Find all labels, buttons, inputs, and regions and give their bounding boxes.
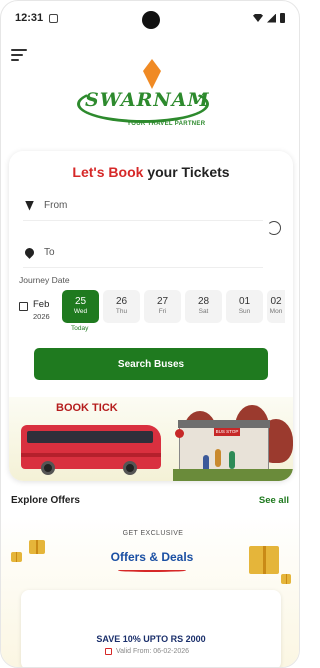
search-buses-button[interactable]: Search Buses [34, 348, 268, 380]
date-weekday: Fri [158, 308, 167, 315]
year-label: 2026 [33, 312, 50, 321]
gift-icon [29, 540, 45, 554]
offer-card[interactable]: SAVE 10% UPTO RS 2000 Valid From: 06-02-… [21, 590, 281, 667]
date-day: 25 [74, 296, 87, 307]
offer-validity: Valid From: 06-02-2026 [105, 648, 189, 655]
date-day: 27 [156, 296, 169, 307]
booking-title: Let's Book your Tickets [9, 164, 293, 180]
date-strip: 25 Wed 26 Thu 27 Fri 28 Sat 01 Sun 02 Mo… [62, 290, 285, 323]
see-all-link[interactable]: See all [259, 495, 289, 506]
calendar-icon [19, 302, 28, 311]
date-day: 02 [270, 296, 282, 307]
date-day: 26 [115, 296, 128, 307]
navigation-icon [25, 200, 34, 211]
promo-banner: BOOK TICK BUS STOP [9, 397, 293, 481]
date-chip[interactable]: 25 Wed [62, 290, 99, 323]
offer-text: SAVE 10% UPTO RS 2000 [96, 634, 206, 644]
date-chip[interactable]: 28 Sat [185, 290, 222, 323]
date-weekday: Sat [198, 308, 209, 315]
offers-deals-heading: Offers & Deals [110, 550, 194, 564]
gift-icon [249, 546, 279, 574]
bus-sign-icon [175, 429, 184, 438]
status-icons [253, 13, 285, 23]
date-day: 01 [238, 296, 251, 307]
menu-icon [11, 49, 27, 51]
date-chip[interactable]: 27 Fri [144, 290, 181, 323]
offers-section: GET EXCLUSIVE Offers & Deals SAVE 10% UP… [1, 516, 299, 667]
bus-wheel [41, 461, 55, 475]
notification-icon [49, 13, 59, 23]
valid-from-text: Valid From: 06-02-2026 [116, 648, 190, 655]
date-chip[interactable]: 02 Mon [267, 290, 285, 323]
today-label: Today [71, 325, 89, 332]
menu-button[interactable] [11, 49, 29, 63]
date-weekday: Wed [73, 308, 88, 315]
to-placeholder: To [44, 247, 55, 258]
to-field[interactable]: To [23, 238, 263, 268]
booking-title-highlight: Let's Book [72, 164, 144, 180]
journey-date-label: Journey Date [19, 275, 70, 285]
camera-cutout [142, 11, 160, 29]
brand-logo: SWARNAM YOUR TRAVEL PARTNER [75, 59, 211, 135]
calendar-icon [105, 648, 112, 655]
banner-text: BOOK TICK [56, 402, 118, 414]
location-pin-icon [23, 246, 36, 259]
status-time: 12:31 [15, 12, 44, 24]
logo-tagline: YOUR TRAVEL PARTNER [127, 121, 206, 127]
person-illustration [229, 451, 235, 469]
from-placeholder: From [44, 200, 68, 211]
booking-card: Let's Book your Tickets From To Journey … [9, 151, 293, 481]
logo-wordmark: SWARNAM [85, 89, 210, 111]
date-chip[interactable]: 01 Sun [226, 290, 263, 323]
battery-icon [280, 13, 285, 23]
from-field[interactable]: From [23, 191, 263, 221]
status-bar: 12:31 [1, 1, 299, 35]
date-weekday: Sun [238, 308, 251, 315]
signal-icon [267, 13, 276, 23]
gift-icon [11, 552, 22, 562]
date-weekday: Mon [269, 308, 283, 315]
bus-stop-illustration: BUS STOP [178, 420, 270, 473]
wifi-icon [253, 14, 263, 22]
swap-icon[interactable] [267, 221, 281, 235]
bus-stop-sign: BUS STOP [215, 429, 239, 434]
gift-icon [281, 574, 291, 584]
date-weekday: Thu [115, 308, 128, 315]
heading-underline [118, 569, 186, 572]
explore-offers-title: Explore Offers [11, 495, 80, 506]
person-illustration [215, 449, 221, 467]
bus-wheel [123, 461, 137, 475]
date-day: 28 [197, 296, 210, 307]
date-chip[interactable]: 26 Thu [103, 290, 140, 323]
get-exclusive-label: GET EXCLUSIVE [122, 530, 184, 537]
month-label: Feb [33, 299, 50, 310]
app-screen: 12:31 SWARNAM YOUR TRAVEL PARTNER Let's … [0, 0, 300, 668]
booking-title-rest: your Tickets [147, 164, 230, 180]
month-selector[interactable]: Feb 2026 [19, 299, 63, 325]
